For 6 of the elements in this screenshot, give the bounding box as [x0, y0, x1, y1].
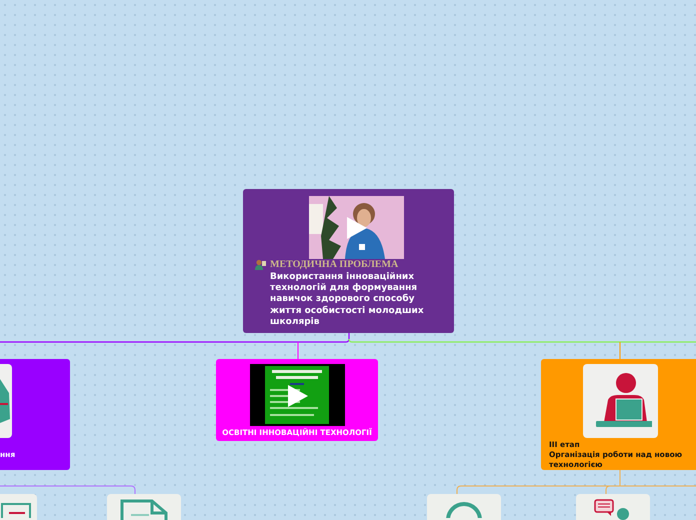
topic-text: Використання інноваційних технологій для формування навичок здорового способу життя особистості молодших школярів — [270, 272, 424, 328]
clipboard-icon — [0, 379, 10, 423]
topic-heading: МЕТОДИЧНА ПРОБЛЕМА — [270, 259, 398, 270]
document-icon — [119, 498, 169, 520]
topic-card[interactable]: МЕТОДИЧНА ПРОБЛЕМА Використання інноваційних технологій для формування навичок здорового способу життя особистості молодших школярів — [243, 189, 454, 333]
teacher-icon — [255, 259, 266, 270]
